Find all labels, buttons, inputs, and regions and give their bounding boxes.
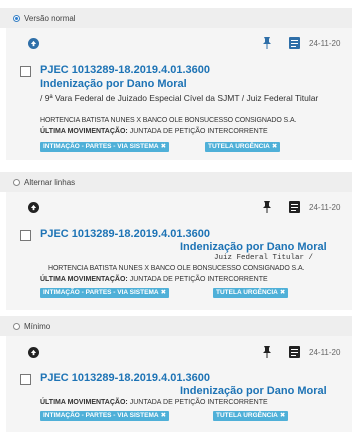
close-icon[interactable]: ✖: [280, 412, 285, 419]
last-movement-label: ÚLTIMA MOVIMENTAÇÃO:: [40, 128, 128, 135]
tag-label: TUTELA URGÊNCIA: [216, 289, 278, 296]
arrow-up-circle-icon[interactable]: [28, 347, 39, 358]
process-number-link[interactable]: PJEC 1013289-18.2019.4.01.3600: [40, 228, 210, 240]
tag-intimacao[interactable]: INTIMAÇÃO - PARTES - VIA SISTEMA ✖: [40, 142, 170, 152]
process-date: 24-11-20: [309, 348, 341, 357]
close-icon[interactable]: ✖: [161, 143, 166, 150]
process-date: 24-11-20: [309, 39, 341, 48]
tag-label: INTIMAÇÃO - PARTES - VIA SISTEMA: [43, 412, 159, 419]
tag-label: INTIMAÇÃO - PARTES - VIA SISTEMA: [43, 289, 159, 296]
tag-label: TUTELA URGÊNCIA: [208, 143, 270, 150]
option-label: Versão normal: [24, 13, 76, 23]
last-movement: ÚLTIMA MOVIMENTAÇÃO: JUNTADA DE PETIÇÃO …: [40, 128, 268, 135]
process-number-link[interactable]: PJEC 1013289-18.2019.4.01.3600: [40, 64, 210, 76]
tag-tutela[interactable]: TUTELA URGÊNCIA ✖: [205, 142, 281, 152]
pin-icon[interactable]: [262, 37, 272, 49]
process-checkbox[interactable]: [20, 230, 31, 241]
process-parties: HORTENCIA BATISTA NUNES X BANCO OLE BONS…: [48, 265, 305, 272]
close-icon[interactable]: ✖: [161, 412, 166, 419]
radio-versao-normal[interactable]: [13, 14, 20, 22]
court-info: / 9ª Vara Federal de Juizado Especial Cí…: [40, 93, 319, 103]
option-label: Alternar linhas: [24, 177, 76, 187]
option-minimo[interactable]: Mínimo: [0, 316, 352, 336]
arrow-up-circle-icon[interactable]: [28, 202, 39, 213]
tag-tutela[interactable]: TUTELA URGÊNCIA ✖: [213, 288, 289, 298]
pin-icon[interactable]: [262, 201, 272, 213]
process-class-link[interactable]: Indenização por Dano Moral: [40, 78, 187, 90]
process-checkbox[interactable]: [20, 374, 31, 385]
radio-alternar-linhas[interactable]: [13, 178, 20, 186]
process-number-link[interactable]: PJEC 1013289-18.2019.4.01.3600: [40, 372, 210, 384]
court-info: Juiz Federal Titular /: [214, 254, 314, 262]
last-movement: ÚLTIMA MOVIMENTAÇÃO: JUNTADA DE PETIÇÃO …: [40, 276, 268, 283]
document-icon[interactable]: [289, 346, 300, 358]
option-versao-normal[interactable]: Versão normal: [0, 8, 352, 28]
document-icon[interactable]: [289, 37, 300, 49]
process-checkbox[interactable]: [20, 66, 31, 77]
close-icon[interactable]: ✖: [280, 289, 285, 296]
last-movement-value: JUNTADA DE PETIÇÃO INTERCORRENTE: [129, 399, 268, 406]
last-movement-value: JUNTADA DE PETIÇÃO INTERCORRENTE: [129, 276, 268, 283]
tag-label: INTIMAÇÃO - PARTES - VIA SISTEMA: [43, 143, 159, 150]
document-icon[interactable]: [289, 201, 300, 213]
last-movement-label: ÚLTIMA MOVIMENTAÇÃO:: [40, 399, 128, 406]
process-class-link[interactable]: Indenização por Dano Moral: [180, 385, 327, 397]
last-movement-value: JUNTADA DE PETIÇÃO INTERCORRENTE: [129, 128, 268, 135]
tag-intimacao[interactable]: INTIMAÇÃO - PARTES - VIA SISTEMA ✖: [40, 411, 170, 421]
close-icon[interactable]: ✖: [161, 289, 166, 296]
close-icon[interactable]: ✖: [272, 143, 277, 150]
process-parties: HORTENCIA BATISTA NUNES X BANCO OLE BONS…: [40, 117, 297, 124]
option-alternar-linhas[interactable]: Alternar linhas: [0, 172, 352, 192]
process-class-link[interactable]: Indenização por Dano Moral: [180, 241, 327, 253]
last-movement: ÚLTIMA MOVIMENTAÇÃO: JUNTADA DE PETIÇÃO …: [40, 399, 268, 406]
process-date: 24-11-20: [309, 203, 341, 212]
option-label: Mínimo: [24, 321, 51, 331]
radio-minimo[interactable]: [13, 322, 20, 330]
tag-label: TUTELA URGÊNCIA: [216, 412, 278, 419]
arrow-up-circle-icon[interactable]: [28, 38, 39, 49]
pin-icon[interactable]: [262, 346, 272, 358]
tag-intimacao[interactable]: INTIMAÇÃO - PARTES - VIA SISTEMA ✖: [40, 288, 170, 298]
last-movement-label: ÚLTIMA MOVIMENTAÇÃO:: [40, 276, 128, 283]
tag-tutela[interactable]: TUTELA URGÊNCIA ✖: [213, 411, 289, 421]
